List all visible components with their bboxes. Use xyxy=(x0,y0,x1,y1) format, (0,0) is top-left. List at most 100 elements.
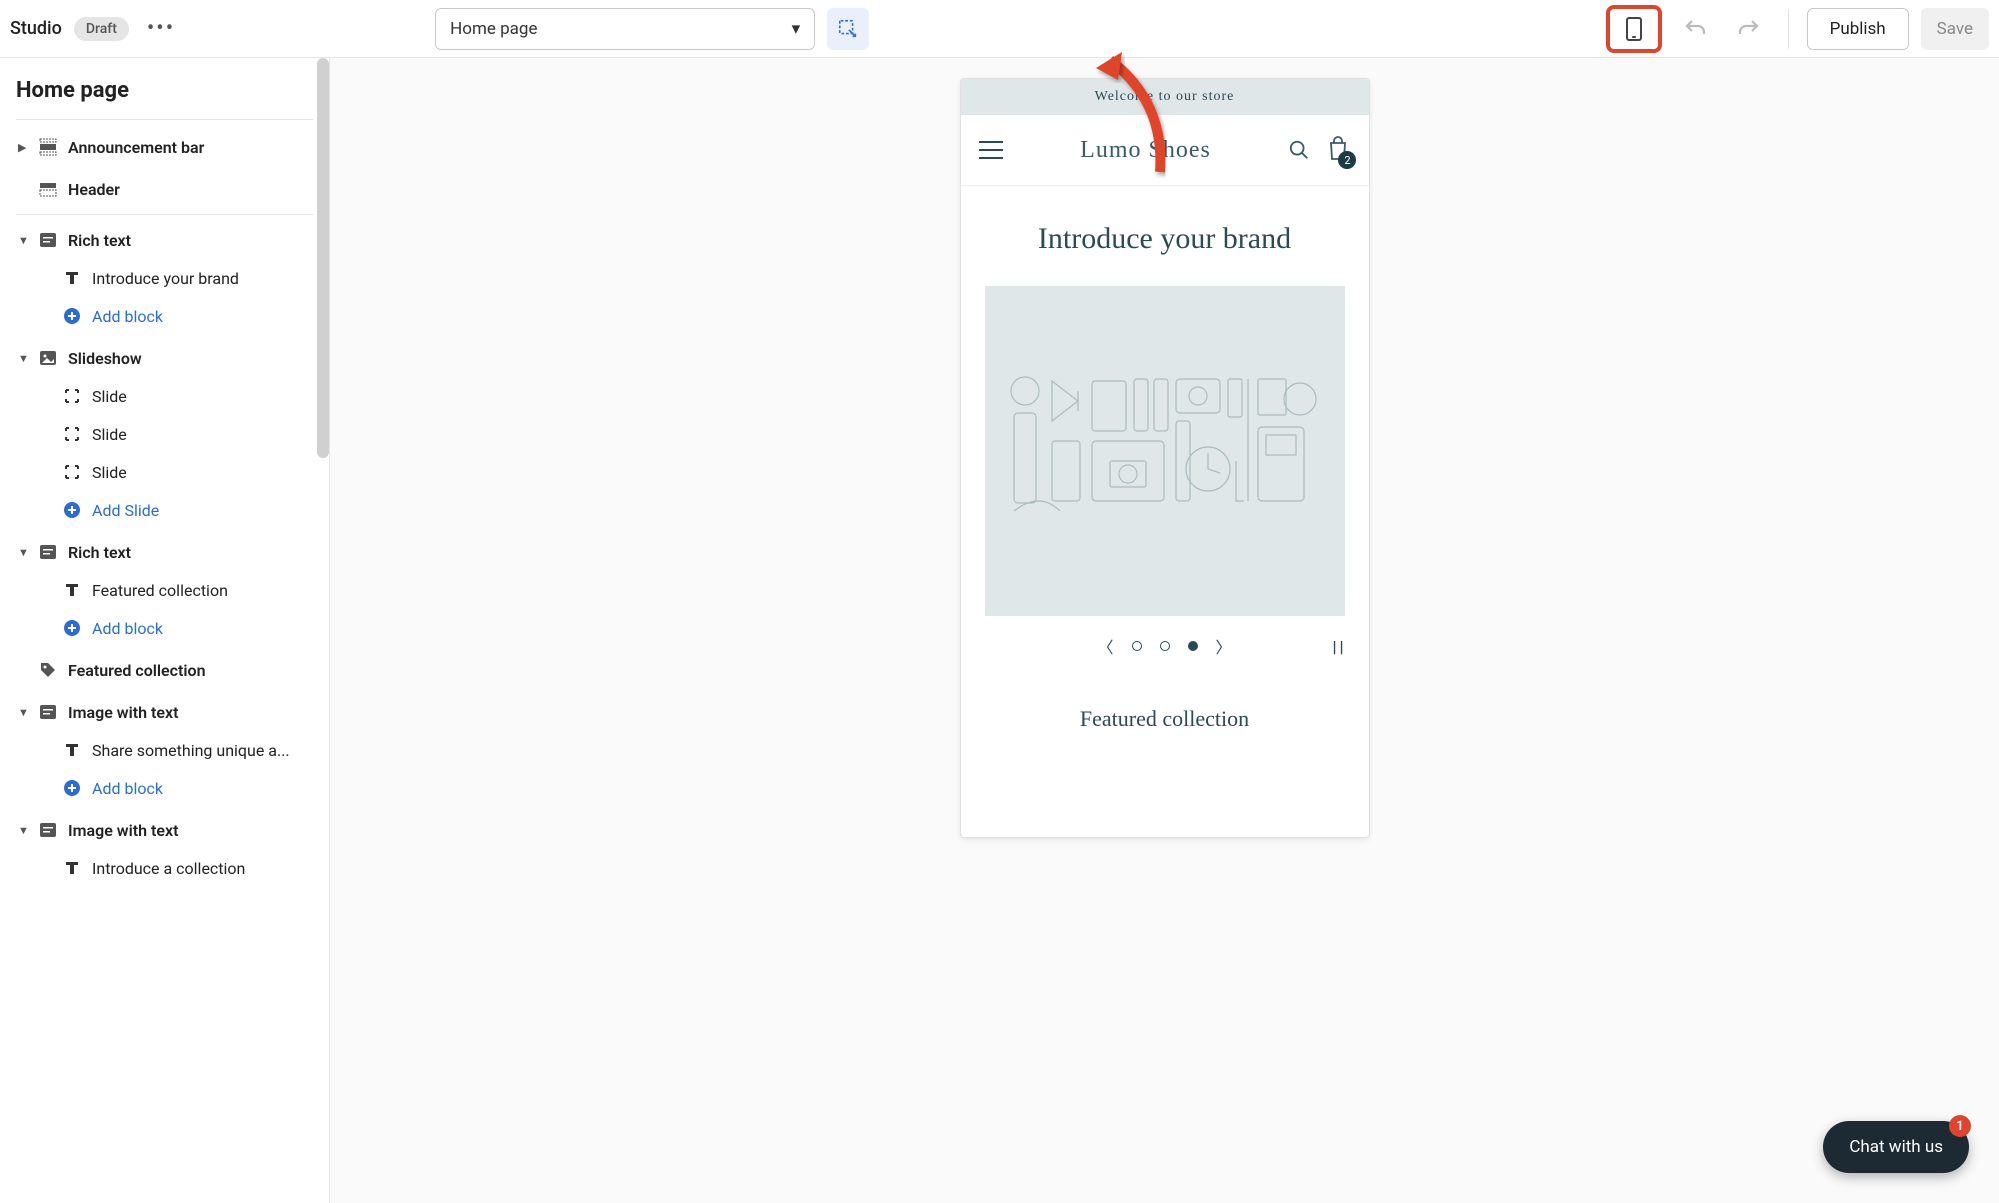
chat-badge: 1 xyxy=(1949,1115,1971,1137)
tree-block[interactable]: Introduce your brand xyxy=(0,259,329,297)
tree-label: Slide xyxy=(92,387,127,406)
slide-dot-3[interactable] xyxy=(1188,641,1198,651)
text-icon xyxy=(62,268,82,288)
more-menu-icon[interactable]: ••• xyxy=(141,16,181,41)
hamburger-icon[interactable] xyxy=(979,141,1003,159)
announcement-icon xyxy=(38,137,58,157)
tree-label: Slide xyxy=(92,463,127,482)
tree-label: Slideshow xyxy=(68,349,142,368)
tree-section[interactable]: ▶ Announcement bar xyxy=(0,128,329,166)
mobile-preview-frame: Welcome to our store Lumo Shoes 2 Introd… xyxy=(960,78,1370,838)
hero-title: Introduce your brand xyxy=(961,186,1369,286)
topbar-left: Studio Draft ••• xyxy=(10,16,181,41)
tree-block[interactable]: Slide xyxy=(0,453,329,491)
cart-count-badge: 2 xyxy=(1338,151,1356,169)
mobile-preview-button[interactable] xyxy=(1606,5,1662,53)
save-button[interactable]: Save xyxy=(1921,8,1989,50)
redo-button[interactable] xyxy=(1728,8,1770,50)
tree-label: Slide xyxy=(92,425,127,444)
tree-section[interactable]: ▼ Rich text xyxy=(0,533,329,571)
search-icon[interactable] xyxy=(1288,139,1310,161)
tree-block[interactable]: Slide xyxy=(0,377,329,415)
add-block-button[interactable]: Add block xyxy=(0,769,329,807)
draft-badge: Draft xyxy=(74,17,129,41)
tree-section[interactable]: Featured collection xyxy=(0,651,329,689)
tree-label: Introduce a collection xyxy=(92,859,245,878)
add-icon xyxy=(62,618,82,638)
section-icon xyxy=(38,820,58,840)
tree-block[interactable]: Slide xyxy=(0,415,329,453)
chevron-icon: ▼ xyxy=(18,234,28,247)
tree-section[interactable]: ▼ Rich text xyxy=(0,221,329,259)
add-icon xyxy=(62,500,82,520)
chevron-icon: ▼ xyxy=(18,352,28,365)
header-icon xyxy=(38,179,58,199)
next-slide-arrow[interactable]: 〉 xyxy=(1216,634,1232,658)
add-block-button[interactable]: Add block xyxy=(0,609,329,647)
slideshow-image-placeholder xyxy=(985,286,1345,616)
cart-button[interactable]: 2 xyxy=(1326,135,1350,165)
frame-icon xyxy=(62,386,82,406)
featured-collection-title: Featured collection xyxy=(961,676,1369,752)
add-block-button[interactable]: Add Slide xyxy=(0,491,329,529)
divider xyxy=(1788,9,1789,49)
announcement-bar: Welcome to our store xyxy=(961,79,1369,115)
tree-label: Add block xyxy=(92,779,163,798)
tree-label: Introduce your brand xyxy=(92,269,239,288)
slide-dot-2[interactable] xyxy=(1160,641,1170,651)
tree-section[interactable]: ▼ Slideshow xyxy=(0,339,329,377)
add-icon xyxy=(62,778,82,798)
frame-icon xyxy=(62,462,82,482)
undo-button[interactable] xyxy=(1674,8,1716,50)
tree-label: Featured collection xyxy=(68,661,206,680)
tree-section[interactable]: Header xyxy=(0,170,329,208)
text-icon xyxy=(62,740,82,760)
sidebar: Home page ▶ Announcement bar Header ▼ Ri… xyxy=(0,58,330,1203)
sidebar-scrollbar[interactable] xyxy=(317,58,329,458)
tree-label: Add block xyxy=(92,619,163,638)
tree-label: Share something unique a... xyxy=(92,741,290,760)
store-header: Lumo Shoes 2 xyxy=(961,115,1369,186)
mobile-icon xyxy=(1626,17,1642,41)
section-icon xyxy=(38,542,58,562)
tree-block[interactable]: Featured collection xyxy=(0,571,329,609)
chat-label: Chat with us xyxy=(1849,1137,1943,1157)
tree-label: Add block xyxy=(92,307,163,326)
chevron-icon: ▼ xyxy=(18,546,28,559)
brand-name: Lumo Shoes xyxy=(1080,137,1211,164)
tree-label: Featured collection xyxy=(92,581,228,600)
studio-label: Studio xyxy=(10,18,62,39)
cursor-tool-button[interactable] xyxy=(827,8,869,50)
tree-label: Rich text xyxy=(68,231,131,250)
chevron-icon: ▼ xyxy=(18,824,28,837)
frame-icon xyxy=(62,424,82,444)
tree-label: Announcement bar xyxy=(68,138,204,157)
text-icon xyxy=(62,858,82,878)
prev-slide-arrow[interactable]: 〈 xyxy=(1097,634,1113,658)
section-tree: ▶ Announcement bar Header ▼ Rich text In… xyxy=(0,120,329,931)
text-icon xyxy=(62,580,82,600)
add-icon xyxy=(62,306,82,326)
section-icon xyxy=(38,702,58,722)
tree-block[interactable]: Introduce a collection xyxy=(0,849,329,887)
tree-section[interactable]: ▼ Image with text xyxy=(0,693,329,731)
tree-label: Rich text xyxy=(68,543,131,562)
tree-section[interactable]: ▼ Image with text xyxy=(0,811,329,849)
divider xyxy=(16,214,313,215)
add-block-button[interactable]: Add block xyxy=(0,297,329,335)
tree-block[interactable]: Share something unique a... xyxy=(0,731,329,769)
pause-icon[interactable]: || xyxy=(1332,637,1346,656)
page-selector[interactable]: Home page ▾ xyxy=(435,8,815,50)
chat-widget[interactable]: Chat with us 1 xyxy=(1823,1121,1969,1173)
tag-icon xyxy=(38,660,58,680)
caret-down-icon: ▾ xyxy=(792,19,801,39)
chevron-icon: ▼ xyxy=(18,706,28,719)
slide-dot-1[interactable] xyxy=(1132,641,1142,651)
sidebar-title: Home page xyxy=(0,58,329,119)
slideshow-nav: 〈 〉 || xyxy=(961,616,1369,676)
tree-label: Image with text xyxy=(68,821,178,840)
tree-label: Header xyxy=(68,180,120,199)
publish-button[interactable]: Publish xyxy=(1807,8,1909,50)
topbar: Studio Draft ••• Home page ▾ Publish Sav… xyxy=(0,0,1999,58)
section-icon xyxy=(38,230,58,250)
